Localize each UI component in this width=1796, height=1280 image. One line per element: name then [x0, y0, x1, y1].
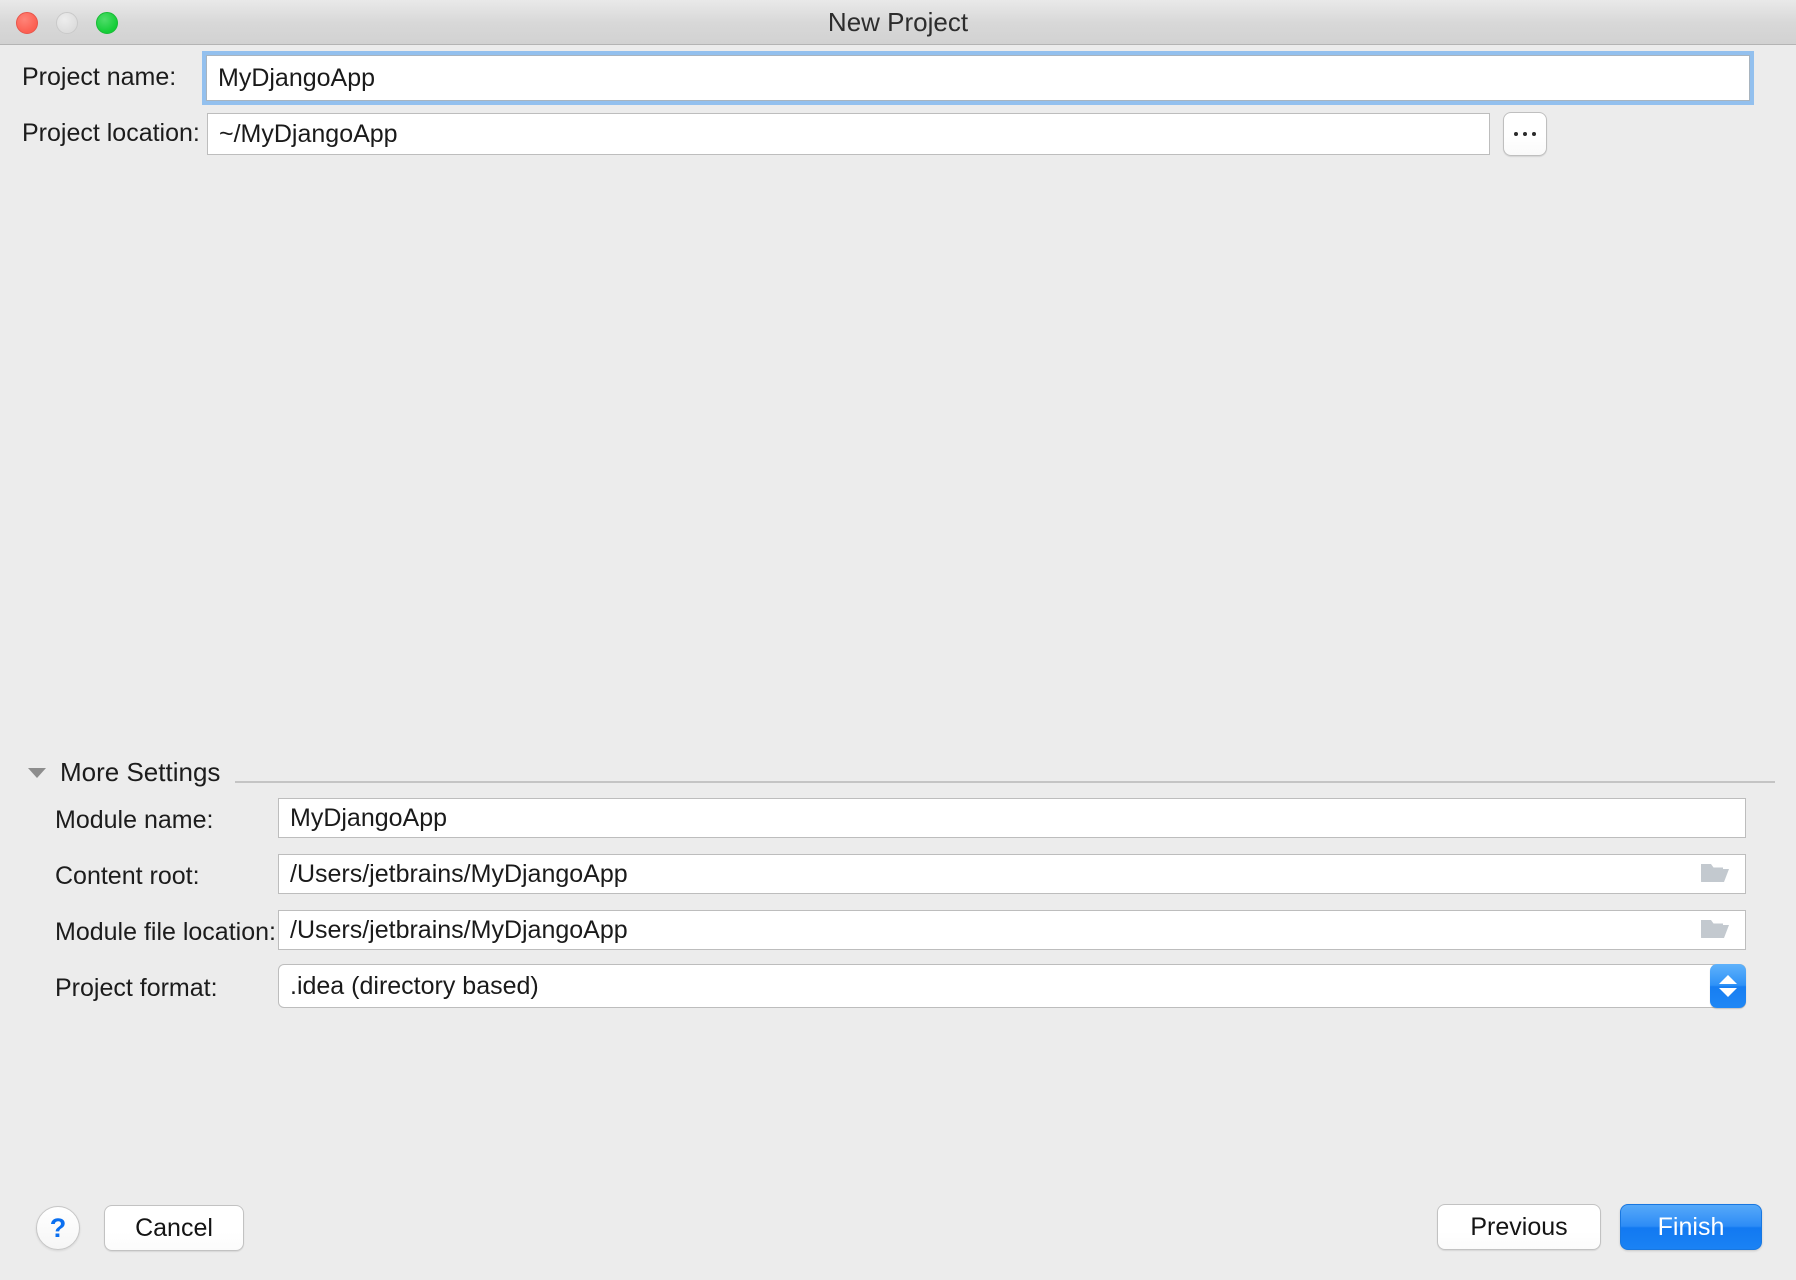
project-name-label: Project name: [22, 63, 176, 92]
new-project-dialog: New Project Project name: MyDjangoApp Pr… [0, 0, 1796, 1280]
more-settings-title: More Settings [60, 757, 220, 788]
project-format-value: .idea (directory based) [290, 972, 539, 1001]
cancel-button[interactable]: Cancel [104, 1205, 244, 1251]
previous-button[interactable]: Previous [1437, 1204, 1601, 1250]
content-root-value: /Users/jetbrains/MyDjangoApp [290, 860, 628, 889]
project-name-value: MyDjangoApp [218, 64, 375, 93]
module-file-location-folder-icon[interactable] [1700, 917, 1730, 941]
ellipsis-dot-icon [1514, 132, 1518, 136]
finish-button[interactable]: Finish [1620, 1204, 1762, 1250]
window-title: New Project [0, 0, 1796, 44]
chevron-down-icon [28, 768, 46, 778]
project-location-label: Project location: [22, 119, 200, 148]
project-location-browse-button[interactable] [1503, 112, 1547, 156]
module-name-input[interactable]: MyDjangoApp [278, 798, 1746, 838]
content-root-label: Content root: [55, 862, 200, 891]
project-name-input[interactable]: MyDjangoApp [206, 55, 1750, 101]
more-settings-toggle[interactable]: More Settings [28, 757, 220, 788]
project-format-stepper[interactable] [1710, 964, 1746, 1008]
more-settings-separator [235, 781, 1775, 783]
module-file-location-label: Module file location: [55, 918, 276, 947]
ellipsis-dot-icon [1523, 132, 1527, 136]
chevron-up-icon [1719, 975, 1737, 984]
module-file-location-input[interactable]: /Users/jetbrains/MyDjangoApp [278, 910, 1746, 950]
help-button[interactable]: ? [36, 1206, 80, 1250]
ellipsis-dot-icon [1532, 132, 1536, 136]
project-location-input[interactable]: ~/MyDjangoApp [207, 113, 1490, 155]
module-name-value: MyDjangoApp [290, 804, 447, 833]
title-bar: New Project [0, 0, 1796, 45]
module-file-location-value: /Users/jetbrains/MyDjangoApp [290, 916, 628, 945]
content-root-folder-icon[interactable] [1700, 861, 1730, 885]
chevron-down-icon [1719, 988, 1737, 997]
content-root-input[interactable]: /Users/jetbrains/MyDjangoApp [278, 854, 1746, 894]
project-location-value: ~/MyDjangoApp [219, 120, 398, 149]
project-format-select[interactable]: .idea (directory based) [278, 964, 1746, 1008]
project-format-label: Project format: [55, 974, 218, 1003]
module-name-label: Module name: [55, 806, 213, 835]
